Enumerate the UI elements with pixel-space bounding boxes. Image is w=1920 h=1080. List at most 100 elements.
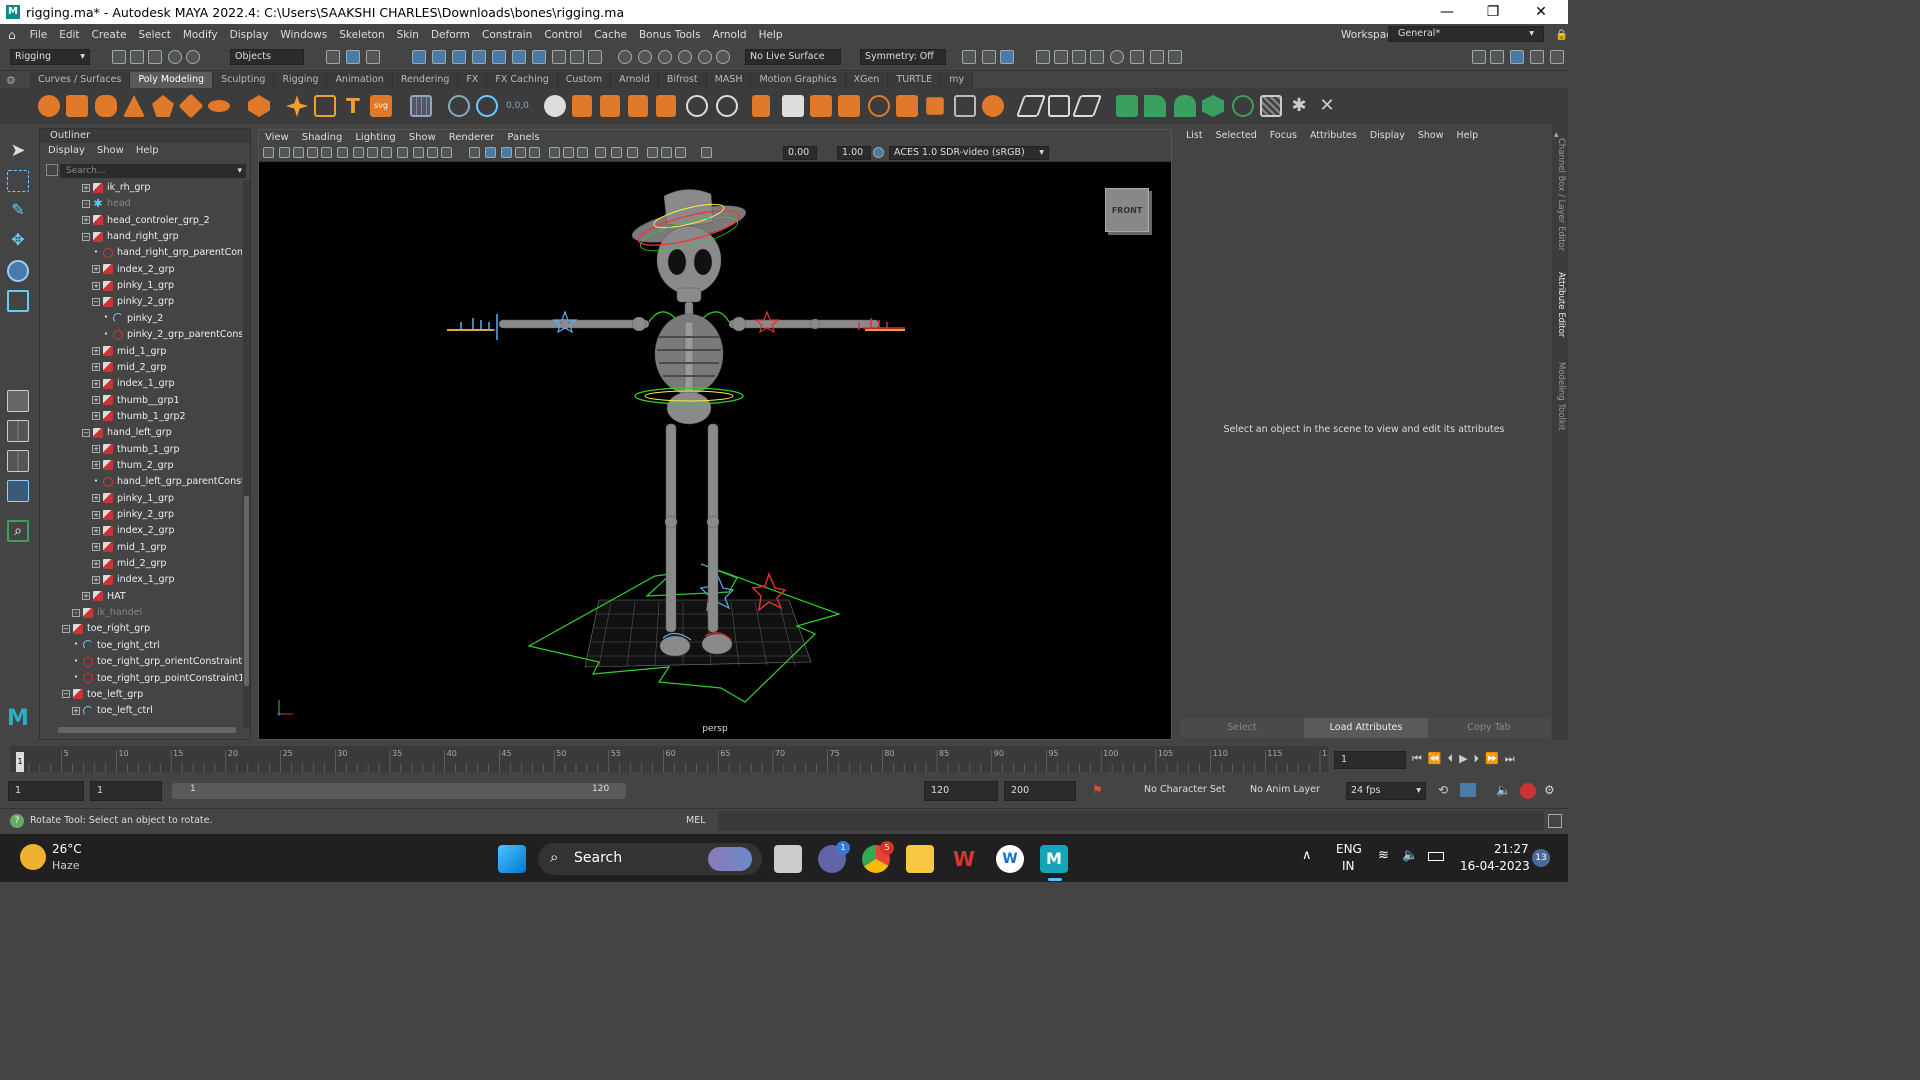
paint-select-tool-icon[interactable]: ✎ (7, 200, 29, 222)
outliner-row[interactable]: + thumb__grp1 (92, 393, 180, 409)
render-settings-icon[interactable] (1054, 50, 1068, 64)
quad-draw-icon[interactable] (838, 95, 860, 117)
field-chart-icon[interactable] (413, 147, 424, 158)
weather-temp[interactable]: 26°C (52, 842, 82, 856)
maximize-button[interactable]: ❐ (1470, 0, 1516, 24)
film-gate-icon[interactable] (367, 147, 378, 158)
redo-icon[interactable] (186, 50, 200, 64)
expand-icon[interactable]: + (92, 461, 100, 470)
snap-grid-icon[interactable] (618, 50, 632, 64)
safe-action-icon[interactable] (427, 147, 438, 158)
uv-automatic-icon[interactable] (1202, 95, 1224, 117)
collapse-icon[interactable]: − (62, 624, 70, 633)
motion-blur-icon[interactable] (577, 147, 588, 158)
arnold-ipr-icon[interactable] (1150, 50, 1164, 64)
outliner-menu-help[interactable]: Help (136, 143, 159, 159)
shelf-tab-animation[interactable]: Animation (327, 72, 393, 88)
shelf-tab-custom[interactable]: Custom (557, 72, 612, 88)
colorspace-dropdown[interactable]: ACES 1.0 SDR-video (sRGB) ▾ (889, 146, 1049, 160)
selection-mode-dropdown[interactable]: Objects (230, 49, 304, 65)
expand-icon[interactable]: + (82, 199, 90, 208)
open-scene-icon[interactable] (130, 50, 144, 64)
menu-deform[interactable]: Deform (425, 29, 476, 41)
animation-end-field[interactable]: 200 (1004, 781, 1076, 801)
type-text-icon[interactable]: T (342, 95, 364, 117)
outliner-row[interactable]: + mid_2_grp (92, 556, 166, 572)
shelf-tab-rendering[interactable]: Rendering (392, 72, 459, 88)
anti-alias-icon[interactable] (595, 147, 606, 158)
boolean-icon[interactable] (544, 95, 566, 117)
file-explorer-icon[interactable] (906, 845, 934, 873)
svg-icon[interactable]: svg (370, 95, 392, 117)
xray-icon[interactable] (647, 147, 658, 158)
outliner-row[interactable]: + thumb_1_grp2 (92, 409, 186, 425)
menu-help[interactable]: Help (753, 29, 789, 41)
menu-modify[interactable]: Modify (177, 29, 224, 41)
outliner-row[interactable]: + index_2_grp (92, 262, 175, 278)
construction-history-icon[interactable] (962, 50, 976, 64)
viewport-menu-lighting[interactable]: Lighting (355, 130, 395, 145)
filter-icon[interactable] (46, 164, 58, 176)
word-app-icon[interactable]: W (996, 845, 1024, 873)
skeleton-character[interactable] (498, 189, 880, 657)
bridge-icon[interactable] (600, 95, 620, 117)
outliner-row[interactable]: + pinky_1_grp (92, 278, 174, 294)
outliner-row[interactable]: + mid_1_grp (92, 540, 166, 556)
resolution-gate-icon[interactable] (381, 147, 392, 158)
depth-of-field-icon[interactable] (611, 147, 622, 158)
mask-curve-icon[interactable] (452, 50, 466, 64)
sculpt-icon[interactable] (1472, 50, 1486, 64)
outliner-row[interactable]: + thum_2_grp (92, 458, 174, 474)
ipr-render-icon[interactable] (1036, 50, 1050, 64)
gate-mask-icon[interactable] (397, 147, 408, 158)
outliner-row[interactable]: + mid_2_grp (92, 360, 166, 376)
exposure-icon[interactable] (701, 147, 712, 158)
target-weld-icon[interactable] (782, 95, 804, 117)
expand-icon[interactable]: + (92, 379, 100, 388)
mask-surface-icon[interactable] (472, 50, 486, 64)
shadows-icon[interactable] (549, 147, 560, 158)
poly-plane-icon[interactable] (178, 93, 204, 119)
shelf-tab-xgen[interactable]: XGen (845, 72, 889, 88)
grid-icon[interactable] (353, 147, 364, 158)
mask-render-icon[interactable] (532, 50, 546, 64)
loop-icon[interactable]: ⟲ (1438, 783, 1448, 797)
expand-icon[interactable]: + (72, 706, 80, 715)
menu-bonus-tools[interactable]: Bonus Tools (633, 29, 707, 41)
sweep-mesh-icon[interactable] (314, 95, 336, 117)
fps-dropdown[interactable]: 24 fps ▾ (1346, 782, 1426, 800)
combine-icon[interactable] (410, 95, 432, 117)
outliner-row[interactable]: − toe_right_grp (62, 621, 150, 637)
xray-components-icon[interactable] (675, 147, 686, 158)
viewport-menu-shading[interactable]: Shading (302, 130, 343, 145)
smooth-shade-icon[interactable] (485, 147, 496, 158)
outliner-search-input[interactable]: Search... ▾ (60, 164, 246, 178)
shelf-tab-rigging[interactable]: Rigging (274, 72, 328, 88)
viewport-panel[interactable]: View Shading Lighting Show Renderer Panels 0.… (258, 129, 1172, 740)
select-button[interactable]: Select (1180, 718, 1304, 738)
outliner-row[interactable]: • pinky_2 (102, 311, 163, 327)
shelf-tab-curves-surfaces[interactable]: Curves / Surfaces (30, 72, 131, 88)
grease-pencil-icon[interactable] (337, 147, 348, 158)
select-by-hierarchy-icon[interactable] (326, 50, 340, 64)
bevel-icon[interactable] (656, 95, 676, 117)
lock-selection-icon[interactable] (570, 50, 584, 64)
teams-chat-icon[interactable]: 1 (818, 841, 850, 873)
select-by-component-icon[interactable] (366, 50, 380, 64)
outliner-row[interactable]: + head_controler_grp_2 (82, 213, 210, 229)
menu-select[interactable]: Select (132, 29, 176, 41)
left-hand-finger-controls[interactable] (447, 314, 498, 340)
render-current-frame-icon[interactable] (1000, 50, 1014, 64)
menu-create[interactable]: Create (86, 29, 133, 41)
snap-surface-icon[interactable] (678, 50, 692, 64)
connect-icon[interactable] (810, 95, 832, 117)
shelf-gear-icon[interactable]: ⚙ (6, 74, 20, 87)
shelf-tab-turtle[interactable]: TURTLE (888, 72, 942, 88)
maya-taskbar-icon[interactable]: M (1040, 845, 1068, 873)
language-label[interactable]: ENG (1336, 842, 1362, 856)
snap-curve-icon[interactable] (638, 50, 652, 64)
hypershade-icon[interactable] (1072, 50, 1086, 64)
collapse-icon[interactable]: − (62, 690, 70, 699)
toggle-modeling-toolkit-icon[interactable] (1490, 50, 1504, 64)
minimize-button[interactable]: — (1424, 0, 1470, 24)
